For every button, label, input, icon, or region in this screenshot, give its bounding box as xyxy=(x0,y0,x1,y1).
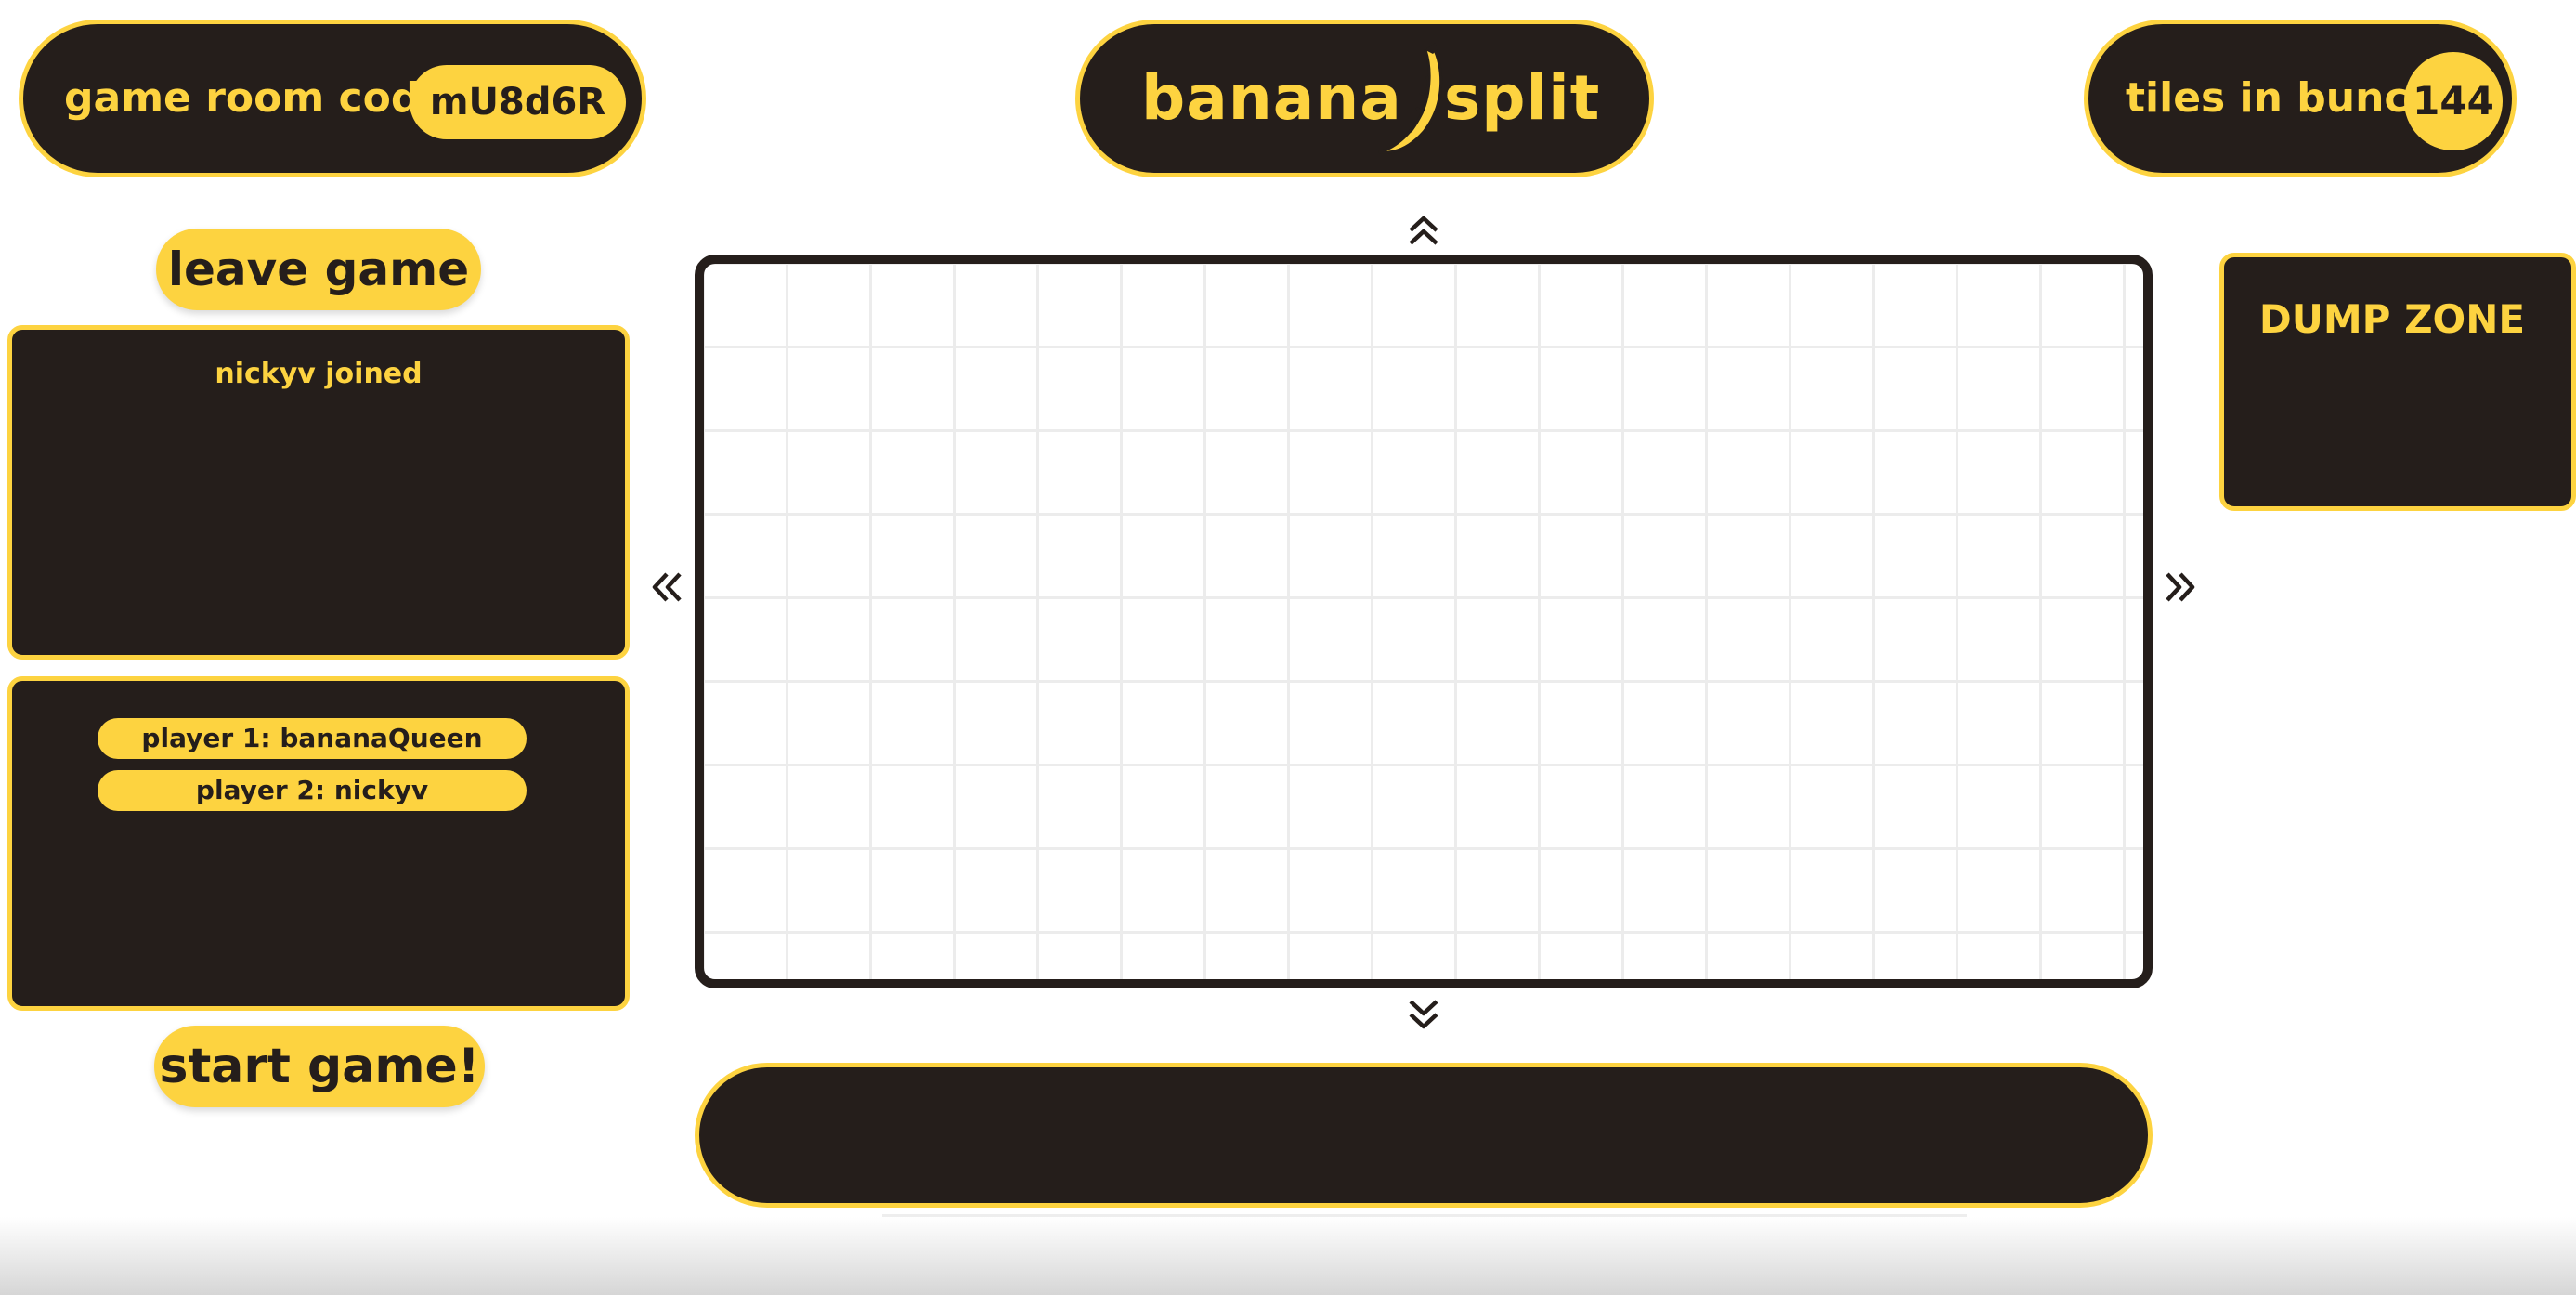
logo-text-banana: banana xyxy=(1141,62,1402,134)
page-bottom-edge xyxy=(0,1217,2576,1295)
tiles-in-bunch-panel: tiles in bunch: 144 xyxy=(2084,20,2517,177)
player-item: player 1: bananaQueen xyxy=(98,718,527,759)
dump-zone[interactable]: DUMP ZONE xyxy=(2219,253,2576,511)
logo-text-split: split xyxy=(1444,62,1601,134)
start-game-button[interactable]: start game! xyxy=(154,1026,485,1107)
tile-rack[interactable] xyxy=(695,1063,2153,1208)
room-code-panel: game room code: mU8d6R xyxy=(19,20,646,177)
logo-panel: banana split xyxy=(1075,20,1654,177)
double-chevron-down-icon[interactable] xyxy=(1405,996,1442,1033)
player-item: player 2: nickyv xyxy=(98,770,527,811)
tiles-count-badge: 144 xyxy=(2404,52,2503,150)
double-chevron-right-icon[interactable] xyxy=(2162,569,2199,606)
dump-zone-label: DUMP ZONE xyxy=(2258,296,2526,342)
game-log-panel: nickyv joined xyxy=(7,325,630,660)
game-board-grid[interactable] xyxy=(695,255,2153,988)
log-message: nickyv joined xyxy=(215,358,423,390)
room-code-label: game room code: xyxy=(64,74,464,122)
double-chevron-left-icon[interactable] xyxy=(648,569,685,606)
room-code-badge: mU8d6R xyxy=(410,65,626,139)
players-panel: player 1: bananaQueen player 2: nickyv xyxy=(7,676,630,1011)
leave-game-button[interactable]: leave game xyxy=(156,229,481,310)
double-chevron-up-icon[interactable] xyxy=(1405,212,1442,249)
